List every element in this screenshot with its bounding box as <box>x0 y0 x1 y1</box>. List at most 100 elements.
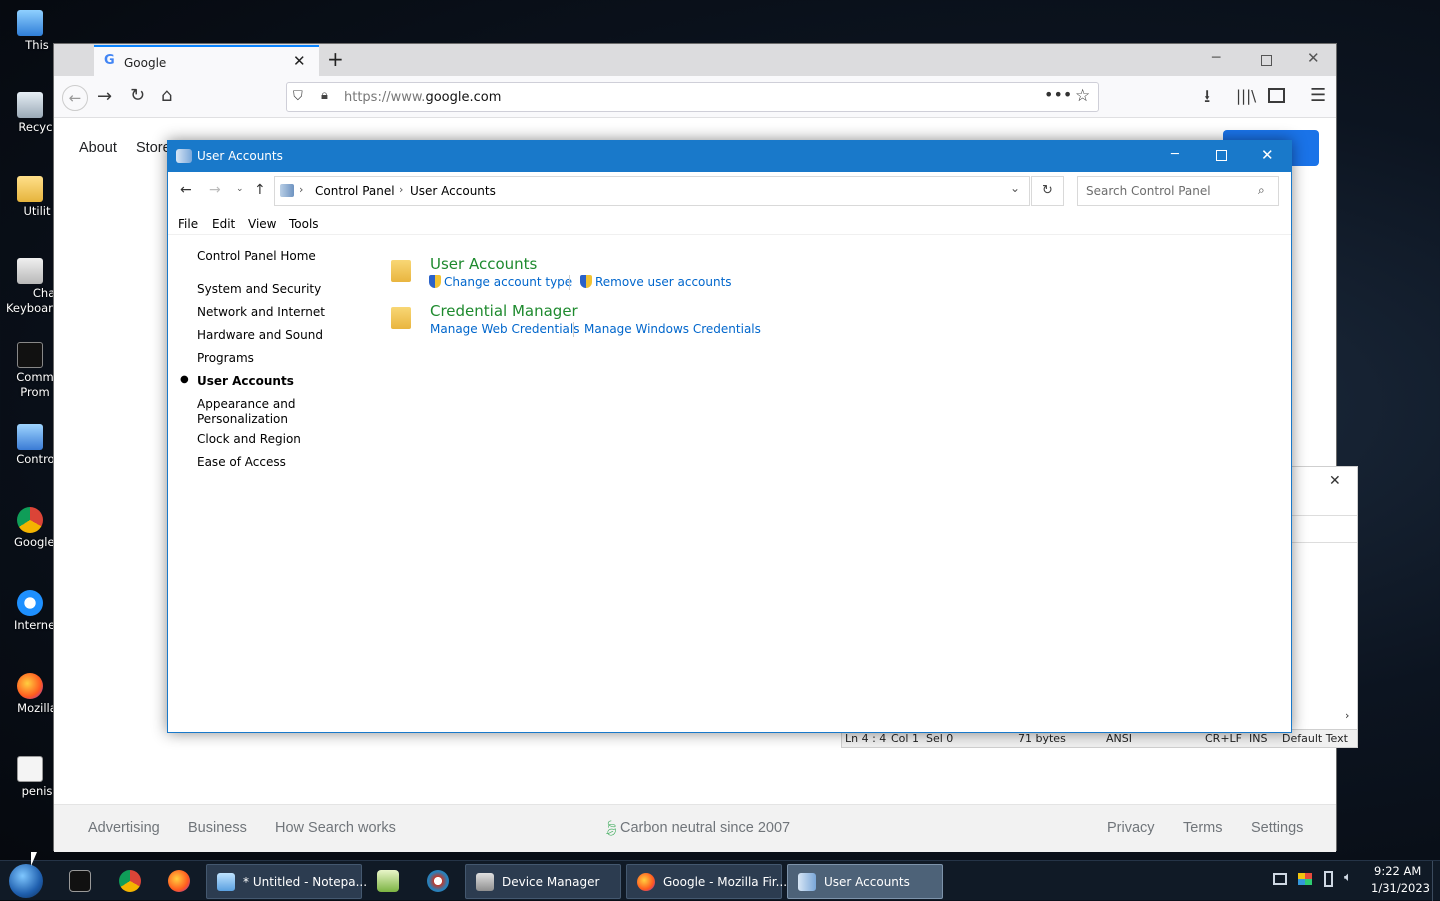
chrome-icon[interactable] <box>119 870 141 892</box>
scroll-right-icon[interactable]: › <box>1345 709 1349 722</box>
notepad-close-icon[interactable]: ✕ <box>1329 473 1341 489</box>
store-link[interactable]: Store <box>136 140 171 156</box>
desktop-icon-google-chrome[interactable]: Google C <box>0 507 60 550</box>
category-user-accounts[interactable]: User Accounts <box>430 255 537 273</box>
mouse-cursor-icon <box>31 852 37 866</box>
taskbar-item-firefox[interactable]: Google - Mozilla Fir... <box>626 864 787 899</box>
sidebar-item-clock-and-region[interactable]: Clock and Region <box>197 432 301 446</box>
carbon-neutral-link[interactable]: Carbon neutral since 2007 <box>620 820 790 836</box>
sidebar-icon[interactable] <box>1268 88 1285 103</box>
maximize-icon[interactable] <box>1216 150 1227 161</box>
volume-muted-icon[interactable]: 🔈︎ <box>1344 870 1352 885</box>
library-icon[interactable]: |||\ <box>1236 86 1256 106</box>
manage-windows-credentials-link[interactable]: Manage Windows Credentials <box>584 322 761 336</box>
breadcrumb-control-panel[interactable]: Control Panel <box>315 184 395 198</box>
close-icon[interactable]: ✕ <box>1261 146 1274 164</box>
url-text[interactable]: https://www.google.com <box>344 90 501 105</box>
network-icon[interactable] <box>1273 873 1287 885</box>
desktop-icon-control-panel[interactable]: Control <box>0 424 60 467</box>
business-link[interactable]: Business <box>188 820 247 836</box>
downloads-icon[interactable]: ⭳ <box>1204 87 1210 107</box>
manage-web-credentials-link[interactable]: Manage Web Credentials <box>430 322 579 336</box>
firefox-icon <box>17 673 43 699</box>
taskbar-item-notepad[interactable]: * Untitled - Notepa... <box>206 864 367 899</box>
start-button[interactable] <box>9 864 43 898</box>
paint-icon[interactable] <box>427 870 449 892</box>
recent-locations-icon[interactable]: ⌄ <box>236 184 244 194</box>
page-actions-icon[interactable]: ••• <box>1044 85 1072 104</box>
home-icon[interactable]: ⌂ <box>161 86 172 106</box>
minimize-icon[interactable]: ─ <box>1212 50 1220 66</box>
sidebar-item-programs[interactable]: Programs <box>197 351 254 365</box>
settings-link[interactable]: Settings <box>1251 820 1303 836</box>
clock-date[interactable]: 1/31/2023 <box>1371 881 1430 895</box>
taskbar-item-user-accounts[interactable]: User Accounts <box>787 864 943 899</box>
sidebar-item-ease-of-access[interactable]: Ease of Access <box>197 455 286 469</box>
breadcrumb-user-accounts[interactable]: User Accounts <box>410 184 496 198</box>
desktop-icon-internet-explorer[interactable]: Internet E <box>0 590 60 633</box>
maximize-icon[interactable] <box>1261 55 1272 66</box>
desktop-icon-recycle-bin[interactable]: Recycl <box>0 92 60 135</box>
address-bar[interactable]: › Control Panel › User Accounts ⌄ <box>274 176 1030 206</box>
desktop-icon-char-keyboard[interactable]: Char Keyboard <box>0 258 60 316</box>
command-prompt-icon[interactable] <box>69 870 91 892</box>
forward-icon[interactable]: → <box>209 182 221 198</box>
lock-icon: 🔒︎ <box>321 88 328 103</box>
address-dropdown-icon[interactable]: ⌄ <box>1010 181 1020 195</box>
tab-close-icon[interactable]: ✕ <box>293 52 306 70</box>
chrome-icon <box>17 507 43 533</box>
search-input[interactable]: Search Control Panel <box>1086 184 1211 198</box>
sidebar-item-appearance-line1[interactable]: Appearance and <box>197 397 295 411</box>
sidebar-item-network-and-internet[interactable]: Network and Internet <box>197 305 325 319</box>
how-search-works-link[interactable]: How Search works <box>275 820 396 836</box>
tab-google[interactable]: G Google ✕ <box>94 45 319 77</box>
sidebar-item-appearance-line2[interactable]: Personalization <box>197 412 288 426</box>
menu-icon[interactable]: ☰ <box>1310 86 1326 106</box>
desktop-icon-command-prompt[interactable]: Comm Prom <box>0 342 60 400</box>
spreadsheet-icon[interactable] <box>377 870 399 892</box>
category-credential-manager[interactable]: Credential Manager <box>430 302 578 320</box>
up-icon[interactable]: ↑ <box>254 182 266 198</box>
remove-user-accounts-link[interactable]: Remove user accounts <box>580 275 732 289</box>
privacy-link[interactable]: Privacy <box>1107 820 1155 836</box>
menu-tools[interactable]: Tools <box>289 217 319 231</box>
sidebar-control-panel-home[interactable]: Control Panel Home <box>197 249 316 263</box>
change-account-type-link[interactable]: Change account type <box>429 275 572 289</box>
action-center-icon[interactable] <box>1298 873 1312 885</box>
about-link[interactable]: About <box>79 140 117 156</box>
terms-link[interactable]: Terms <box>1183 820 1222 836</box>
url-bar[interactable]: ⛉ 🔒︎ https://www.google.com ••• ☆ <box>286 82 1099 112</box>
close-icon[interactable]: ✕ <box>1307 49 1320 67</box>
advertising-link[interactable]: Advertising <box>88 820 160 836</box>
title-bar: User Accounts ─ ✕ <box>168 141 1291 172</box>
taskbar-item-device-manager[interactable]: Device Manager <box>465 864 621 899</box>
sidebar-item-user-accounts[interactable]: User Accounts <box>197 374 294 388</box>
menu-file[interactable]: File <box>178 217 198 231</box>
forward-icon[interactable]: → <box>97 87 112 107</box>
search-box[interactable]: Search Control Panel ⌕ <box>1077 176 1279 206</box>
window-title: User Accounts <box>197 149 283 163</box>
show-desktop-button[interactable] <box>1432 861 1440 901</box>
desktop-icon-this-pc[interactable]: This <box>0 10 60 53</box>
bookmark-star-icon[interactable]: ☆ <box>1075 86 1090 106</box>
menu-edit[interactable]: Edit <box>212 217 235 231</box>
clock-time[interactable]: 9:22 AM <box>1374 864 1421 878</box>
back-icon[interactable]: ← <box>180 182 192 198</box>
credential-manager-folder-icon <box>391 307 411 329</box>
minimize-icon[interactable]: ─ <box>1171 147 1179 162</box>
new-tab-icon[interactable]: + <box>327 47 344 71</box>
terminal-icon <box>17 342 43 368</box>
desktop-icon-utilities[interactable]: Utilit <box>0 176 60 219</box>
battery-icon[interactable] <box>1324 871 1333 887</box>
sidebar-item-system-and-security[interactable]: System and Security <box>197 282 321 296</box>
user-accounts-icon <box>176 149 192 163</box>
sidebar-item-hardware-and-sound[interactable]: Hardware and Sound <box>197 328 323 342</box>
desktop-icon-text-file[interactable]: penis <box>0 756 60 799</box>
firefox-icon[interactable] <box>168 870 190 892</box>
refresh-button[interactable]: ↻ <box>1031 176 1064 206</box>
desktop-icon-mozilla-firefox[interactable]: Mozilla <box>0 673 60 716</box>
reload-icon[interactable]: ↻ <box>130 86 145 106</box>
menu-view[interactable]: View <box>248 217 276 231</box>
control-panel-icon <box>17 424 43 450</box>
back-icon[interactable]: ← <box>62 85 88 111</box>
